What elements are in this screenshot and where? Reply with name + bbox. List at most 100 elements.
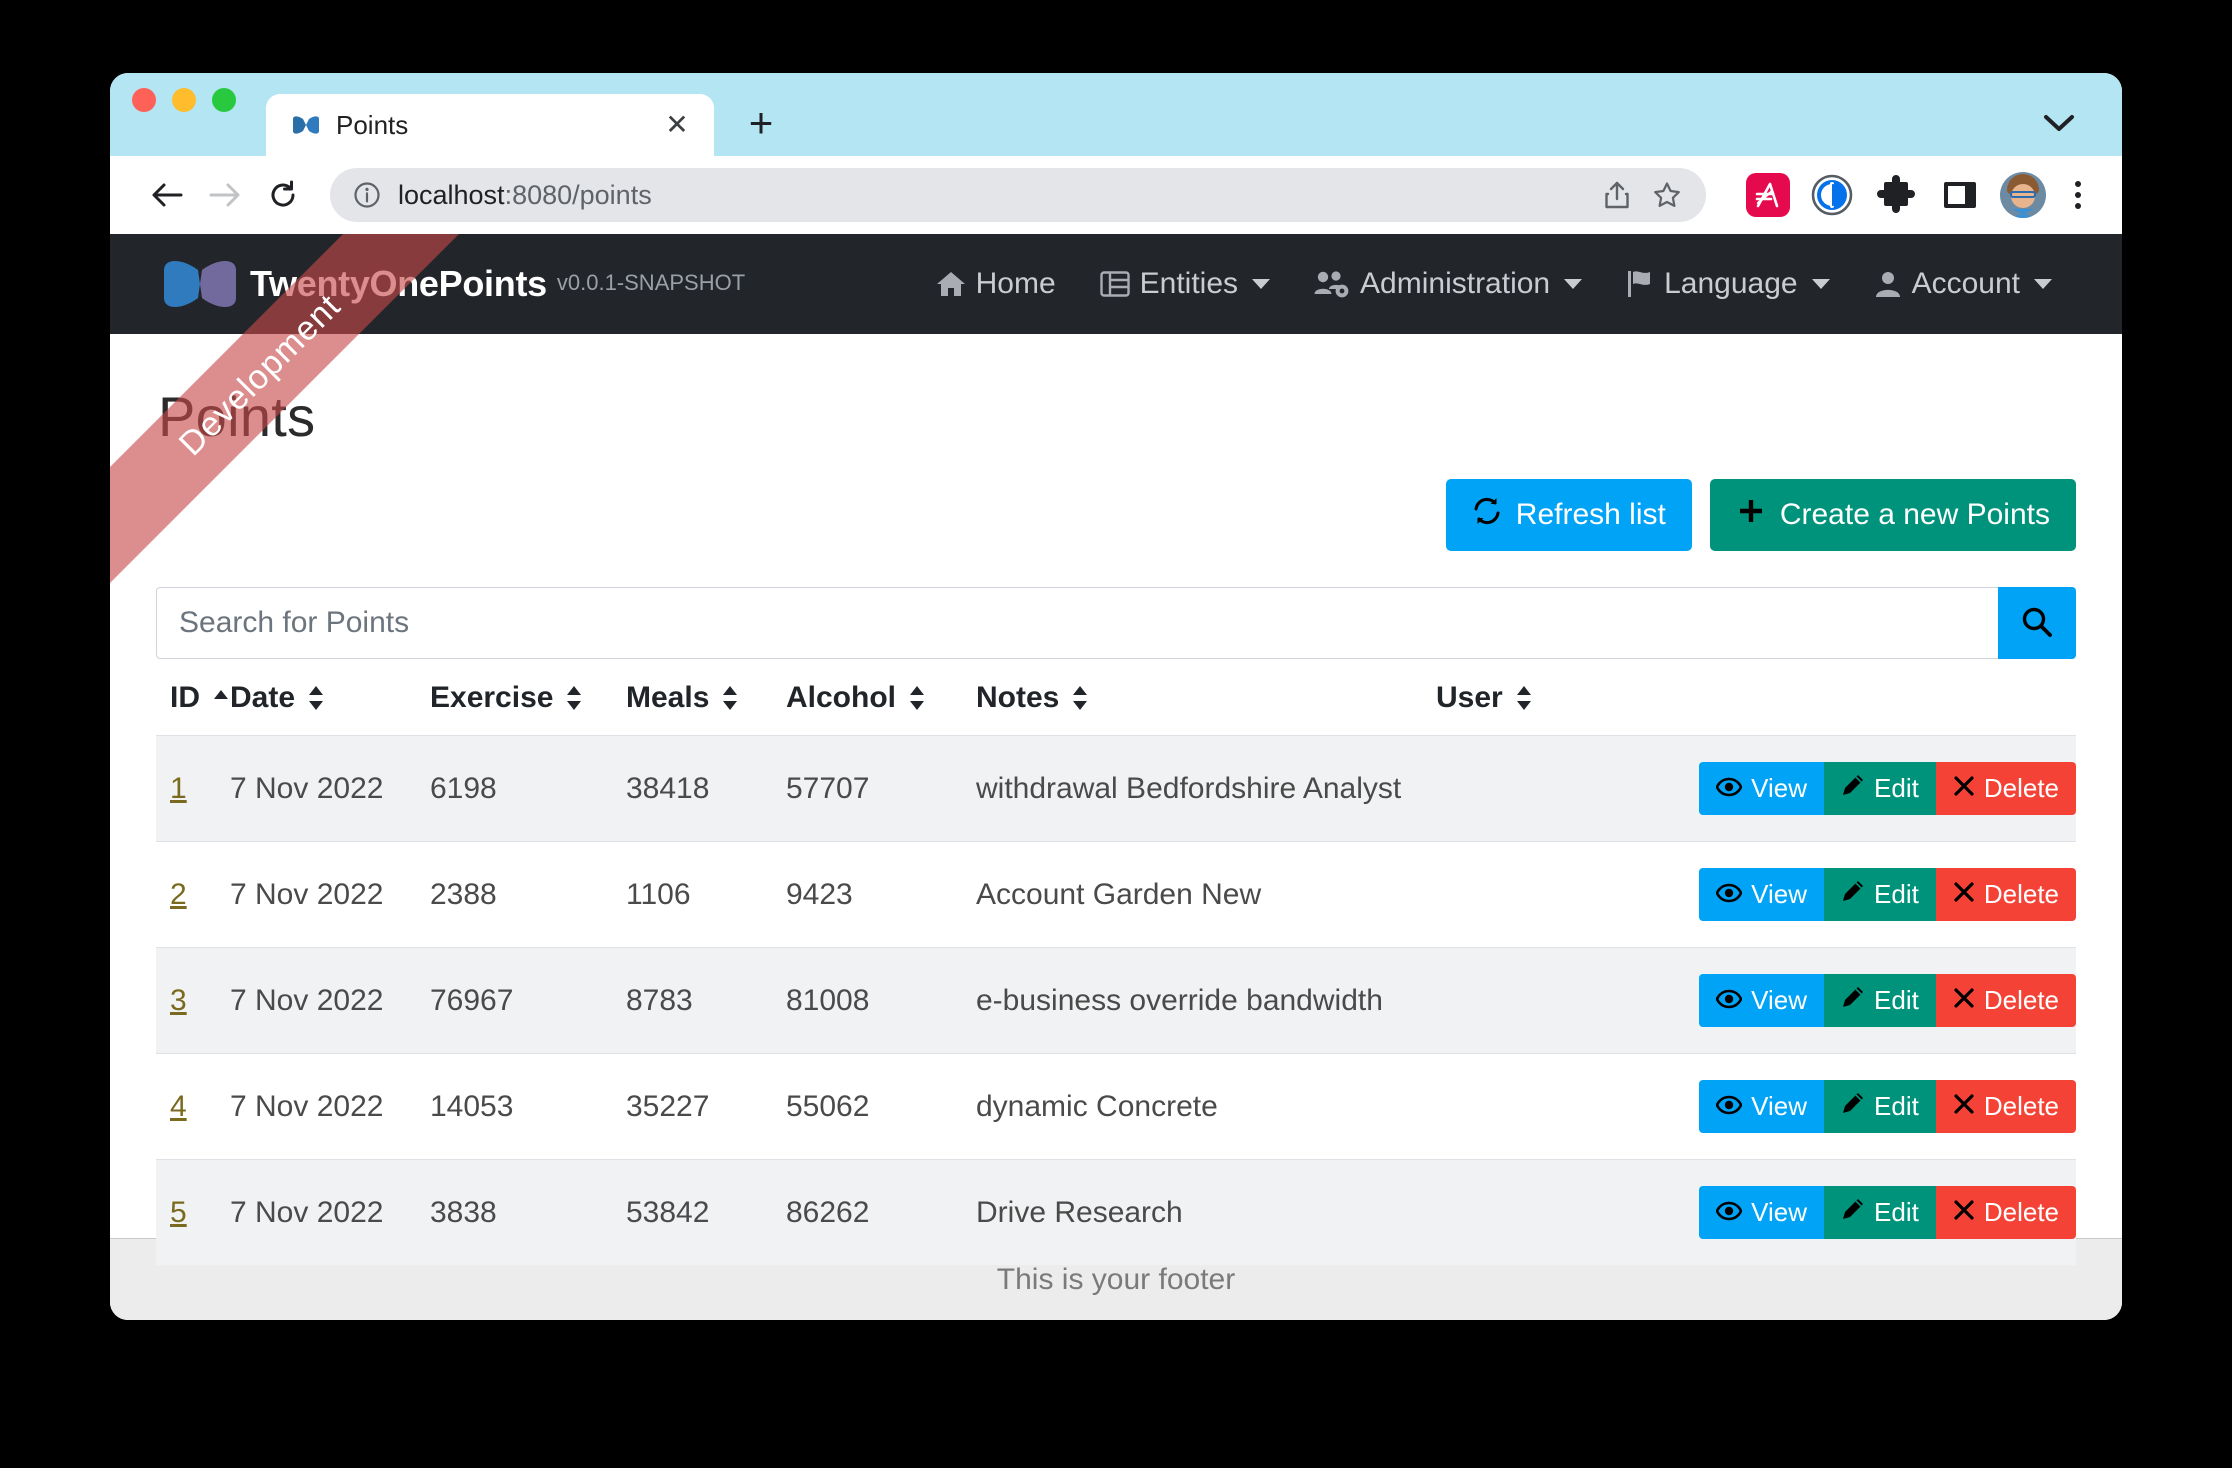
column-header-id[interactable]: ID xyxy=(156,659,230,736)
edit-label: Edit xyxy=(1874,1197,1919,1227)
view-button[interactable]: View xyxy=(1699,868,1825,921)
url-text: localhost:8080/points xyxy=(398,180,1592,211)
eye-icon xyxy=(1715,879,1743,910)
edit-button[interactable]: Edit xyxy=(1824,1186,1936,1239)
close-window-button[interactable] xyxy=(132,87,156,112)
points-table: ID Date Exercise Meals Alcohol Notes Use… xyxy=(156,659,2076,1265)
cell-actions: View Edit Delete xyxy=(1676,735,2076,842)
puzzle-extensions-icon[interactable] xyxy=(1870,169,1922,221)
pencil-icon xyxy=(1841,985,1865,1016)
refresh-list-button[interactable]: Refresh list xyxy=(1445,479,1692,551)
maximize-window-button[interactable] xyxy=(212,87,236,112)
column-header-label: User xyxy=(1436,681,1503,714)
cell-exercise: 76967 xyxy=(430,947,626,1054)
cell-notes: withdrawal Bedfordshire Analyst xyxy=(976,735,1436,842)
chevron-down-icon[interactable] xyxy=(2042,113,2076,138)
arc-extension-icon[interactable] xyxy=(1742,169,1794,221)
sort-both-icon xyxy=(721,685,739,711)
row-action-group: View Edit Delete xyxy=(1699,762,2076,815)
star-icon[interactable] xyxy=(1642,170,1692,220)
browser-tab-title: Points xyxy=(336,109,409,140)
home-icon xyxy=(936,270,966,298)
pencil-icon xyxy=(1841,879,1865,910)
delete-button[interactable]: Delete xyxy=(1935,974,2076,1027)
search-input[interactable] xyxy=(156,587,1998,659)
row-id-link[interactable]: 1 xyxy=(170,772,187,805)
delete-button[interactable]: Delete xyxy=(1935,1186,2076,1239)
nav-item-language[interactable]: Language xyxy=(1604,257,1851,311)
browser-tab-strip: Points ✕ + xyxy=(110,73,2122,156)
forward-arrow-icon[interactable] xyxy=(196,166,254,224)
column-header-notes[interactable]: Notes xyxy=(976,659,1436,736)
side-panel-icon[interactable] xyxy=(1934,169,1986,221)
search-button[interactable] xyxy=(1998,587,2076,659)
cell-actions: View Edit Delete xyxy=(1676,947,2076,1054)
browser-tab[interactable]: Points ✕ xyxy=(266,94,714,156)
view-button[interactable]: View xyxy=(1699,1186,1825,1239)
page-viewport: Development TwentyOnePoints v0.0.1-SNAPS… xyxy=(110,234,2122,1320)
edit-button[interactable]: Edit xyxy=(1824,1080,1936,1133)
kebab-menu-icon[interactable] xyxy=(2058,169,2098,221)
table-row: 3 7 Nov 2022 76967 8783 81008 e-business over… xyxy=(156,947,2076,1054)
view-button[interactable]: View xyxy=(1699,1080,1825,1133)
cell-notes: dynamic Concrete xyxy=(976,1053,1436,1160)
view-button[interactable]: View xyxy=(1699,762,1825,815)
row-id-link[interactable]: 4 xyxy=(170,1090,187,1123)
view-label: View xyxy=(1751,1197,1808,1227)
chevron-down-icon xyxy=(1252,279,1271,289)
sort-both-icon xyxy=(307,685,325,711)
table-body: 17 Nov 2022 6198 38418 57707 withdrawal Bedf… xyxy=(156,735,2076,1265)
profile-avatar[interactable] xyxy=(2000,172,2046,218)
row-id-link[interactable]: 2 xyxy=(170,878,187,911)
nav-item-entities[interactable]: Entities xyxy=(1078,257,1292,311)
info-circle-icon[interactable] xyxy=(352,180,382,210)
back-arrow-icon[interactable] xyxy=(138,166,196,224)
address-bar[interactable]: localhost:8080/points xyxy=(330,168,1706,222)
nav-item-home[interactable]: Home xyxy=(914,257,1078,311)
reload-icon[interactable] xyxy=(254,166,312,224)
row-id-link[interactable]: 3 xyxy=(170,984,187,1017)
new-tab-button[interactable]: + xyxy=(738,100,784,146)
cell-date: 7 Nov 2022 xyxy=(230,947,430,1054)
nav-item-account[interactable]: Account xyxy=(1852,257,2074,311)
view-label: View xyxy=(1751,773,1808,803)
view-label: View xyxy=(1751,1091,1808,1121)
create-new-points-button[interactable]: Create a new Points xyxy=(1709,479,2076,551)
nav-item-label: Entities xyxy=(1139,267,1239,300)
column-header-user[interactable]: User xyxy=(1436,659,1676,736)
nav-item-administration[interactable]: Administration xyxy=(1292,257,1604,311)
minimize-window-button[interactable] xyxy=(172,87,196,112)
brand-link[interactable]: TwentyOnePoints v0.0.1-SNAPSHOT xyxy=(160,256,745,312)
edit-button[interactable]: Edit xyxy=(1824,974,1936,1027)
cell-actions: View Edit Delete xyxy=(1676,1159,2076,1265)
column-header-meals[interactable]: Meals xyxy=(626,659,786,736)
bowtie-logo-icon xyxy=(160,256,240,312)
column-header-date[interactable]: Date xyxy=(230,659,430,736)
delete-button[interactable]: Delete xyxy=(1935,868,2076,921)
times-icon xyxy=(1953,1091,1975,1122)
sync-icon xyxy=(1472,496,1502,534)
eye-icon xyxy=(1715,1197,1743,1228)
cell-actions: View Edit Delete xyxy=(1676,1053,2076,1160)
cell-id: 4 xyxy=(156,1053,230,1160)
flag-icon xyxy=(1626,269,1654,299)
nav-item-label: Account xyxy=(1911,267,2020,300)
column-header-alcohol[interactable]: Alcohol xyxy=(786,659,976,736)
column-header-exercise[interactable]: Exercise xyxy=(430,659,626,736)
main-content: Points Refresh list Create a new Points … xyxy=(110,384,2122,1265)
share-icon[interactable] xyxy=(1592,170,1642,220)
view-button[interactable]: View xyxy=(1699,974,1825,1027)
row-id-link[interactable]: 5 xyxy=(170,1196,187,1229)
onepassword-extension-icon[interactable] xyxy=(1806,169,1858,221)
delete-button[interactable]: Delete xyxy=(1935,1080,2076,1133)
edit-button[interactable]: Edit xyxy=(1824,868,1936,921)
delete-button[interactable]: Delete xyxy=(1935,762,2076,815)
cell-user xyxy=(1436,1053,1676,1160)
edit-button[interactable]: Edit xyxy=(1824,762,1936,815)
cell-notes: Account Garden New xyxy=(976,841,1436,948)
table-header-row: ID Date Exercise Meals Alcohol Notes Use… xyxy=(156,659,2076,736)
close-icon[interactable]: ✕ xyxy=(662,111,692,139)
pencil-icon xyxy=(1841,1091,1865,1122)
cell-meals: 1106 xyxy=(626,841,786,948)
table-row: 1 7 Nov 2022 6198 38418 57707 withdrawal Bedf… xyxy=(156,735,2076,842)
